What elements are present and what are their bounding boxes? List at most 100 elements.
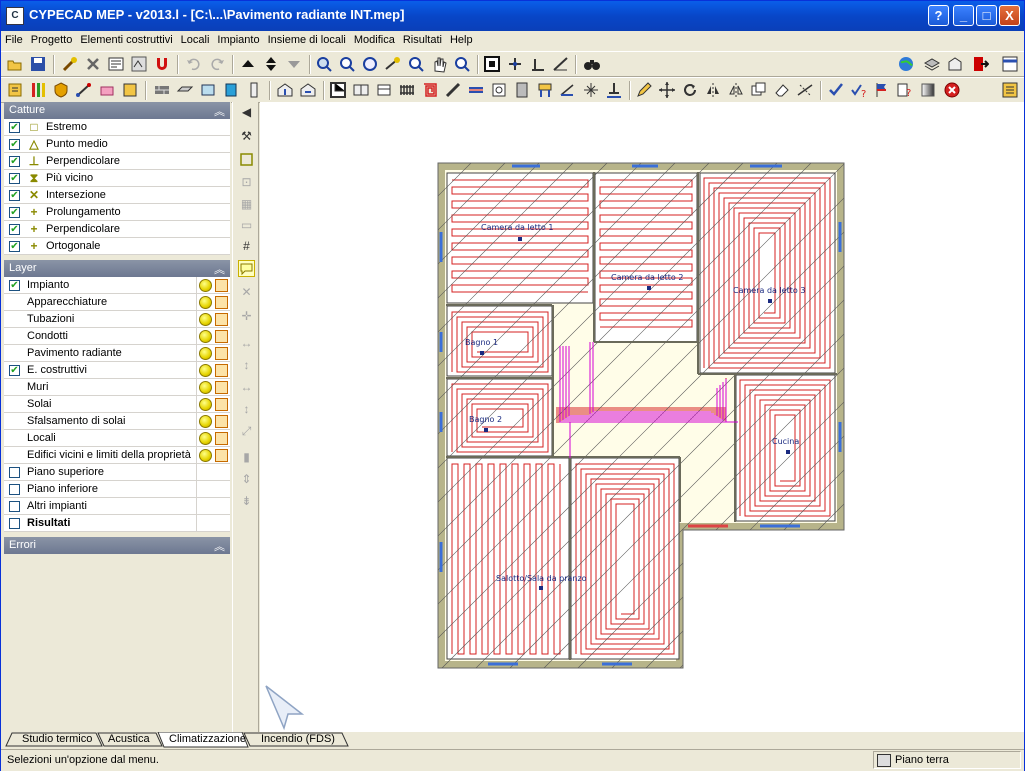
layer-item-condotti[interactable]: Condotti: [4, 328, 230, 345]
layer-3d-icon[interactable]: [215, 279, 228, 292]
checkbox[interactable]: ✔: [9, 280, 20, 291]
error-list-icon[interactable]: ?: [896, 81, 914, 99]
shield-icon[interactable]: [52, 81, 70, 99]
pipe-icon[interactable]: [444, 81, 462, 99]
room-label[interactable]: Camera da letto 2: [611, 273, 683, 282]
menu-modifica[interactable]: Modifica: [350, 31, 399, 46]
binoculars-icon[interactable]: [583, 55, 601, 73]
checkbox[interactable]: ✔: [9, 190, 20, 201]
snap-item-ortogonale[interactable]: ✔ + Ortogonale: [4, 238, 230, 255]
checkbox[interactable]: ✔: [9, 224, 20, 235]
visibility-bulb-icon[interactable]: [199, 432, 212, 445]
tab-studio-termico[interactable]: Studio termico: [8, 732, 98, 747]
room-marker[interactable]: [480, 351, 484, 355]
tab-acustica[interactable]: Acustica: [94, 732, 156, 747]
move-icon[interactable]: [658, 81, 676, 99]
zoom-window-icon[interactable]: [338, 55, 356, 73]
ruler-icon[interactable]: ▭: [238, 217, 255, 234]
erase-icon[interactable]: [773, 81, 791, 99]
horizontal-dim-icon[interactable]: ↔: [238, 379, 255, 396]
room-label[interactable]: Bagno 2: [469, 415, 502, 424]
magnet-icon[interactable]: [153, 55, 171, 73]
checkbox[interactable]: ✔: [9, 207, 20, 218]
layer-item-muri[interactable]: Muri: [4, 379, 230, 396]
radiator-icon[interactable]: [398, 81, 416, 99]
node-icon[interactable]: [582, 81, 600, 99]
arrow-updown-icon[interactable]: [262, 55, 280, 73]
menu-progetto[interactable]: Progetto: [27, 31, 77, 46]
room-label[interactable]: Camera da letto 3: [733, 286, 805, 295]
save-icon[interactable]: [29, 55, 47, 73]
stop-icon[interactable]: [943, 81, 961, 99]
column-icon[interactable]: [245, 81, 263, 99]
visibility-bulb-icon[interactable]: [199, 347, 212, 360]
tab-climatizzazione[interactable]: Climatizzazione: [155, 732, 252, 747]
visibility-bulb-icon[interactable]: [199, 330, 212, 343]
layer-3d-icon[interactable]: [215, 415, 228, 428]
layout-icon[interactable]: [107, 55, 125, 73]
zoom-pan-icon[interactable]: [315, 55, 333, 73]
checkbox[interactable]: ✔: [9, 241, 20, 252]
layer-3d-icon[interactable]: [215, 381, 228, 394]
climate-icon[interactable]: [29, 81, 47, 99]
tab-incendio[interactable]: Incendio (FDS): [247, 732, 341, 747]
visibility-bulb-icon[interactable]: [199, 296, 212, 309]
project-data-icon[interactable]: [6, 81, 24, 99]
measure-icon[interactable]: [552, 55, 570, 73]
layer-item-pavimento-radiante[interactable]: Pavimento radiante: [4, 345, 230, 362]
zoom-in-icon[interactable]: [407, 55, 425, 73]
color-icon[interactable]: [121, 81, 139, 99]
menu-insieme-di-locali[interactable]: Insieme di locali: [264, 31, 350, 46]
collapse-left-icon[interactable]: ◀: [238, 104, 255, 121]
room-label[interactable]: Bagno 1: [465, 338, 498, 347]
center-snap-icon[interactable]: ⊡: [238, 174, 255, 191]
trim-icon[interactable]: [796, 81, 814, 99]
checkbox[interactable]: ✔: [9, 365, 20, 376]
exit-icon[interactable]: [971, 55, 990, 73]
maximize-button[interactable]: □: [976, 5, 997, 26]
snap-item-estremo[interactable]: ✔ □ Estremo: [4, 119, 230, 136]
snap-item-punto-medio[interactable]: ✔ △ Punto medio: [4, 136, 230, 153]
level-icon[interactable]: [605, 81, 623, 99]
layer-move-icon[interactable]: ⇕: [238, 471, 255, 488]
layer-up-icon[interactable]: ▮: [238, 449, 255, 466]
errori-panel-header[interactable]: Errori ︽: [4, 537, 230, 554]
snap-item-perpendicolare[interactable]: ✔ ⊥ Perpendicolare: [4, 153, 230, 170]
room-label[interactable]: Salotto/Sala da pranzo: [496, 574, 587, 583]
room-marker[interactable]: [647, 286, 651, 290]
tools-hammer-icon[interactable]: ⚒: [238, 128, 255, 145]
import-icon[interactable]: [276, 81, 294, 99]
visibility-bulb-icon[interactable]: [199, 279, 212, 292]
collapse-chevron-icon[interactable]: ︽: [214, 103, 225, 119]
plus-cross-icon[interactable]: ✛: [238, 308, 255, 325]
checkbox[interactable]: ✔: [9, 122, 20, 133]
arrow-up-icon[interactable]: [239, 55, 257, 73]
wall-icon[interactable]: [153, 81, 171, 99]
dxf-icon[interactable]: [130, 55, 148, 73]
snap-item-piu-vicino[interactable]: ✔ ⧗ Più vicino: [4, 170, 230, 187]
zoom-extents-icon[interactable]: [453, 55, 471, 73]
copy-mirror-icon[interactable]: [727, 81, 745, 99]
visibility-bulb-icon[interactable]: [199, 398, 212, 411]
room-marker[interactable]: [539, 586, 543, 590]
visibility-bulb-icon[interactable]: [199, 449, 212, 462]
layer-item-piano-superiore[interactable]: Piano superiore: [4, 464, 230, 481]
layer-item-apparecchiature[interactable]: Apparecchiature: [4, 294, 230, 311]
menu-file[interactable]: File: [1, 31, 27, 46]
check-icon[interactable]: [827, 81, 845, 99]
open-icon[interactable]: [6, 55, 24, 73]
layer-3d-icon[interactable]: [215, 364, 228, 377]
snap-item-intersezione[interactable]: ✔ ✕ Intersezione: [4, 187, 230, 204]
room-icon[interactable]: [329, 81, 347, 99]
undo-icon[interactable]: [185, 55, 203, 73]
layer-panel-header[interactable]: Layer ︽: [4, 260, 230, 277]
layer-item-sfalsamento[interactable]: Sfalsamento di solai: [4, 413, 230, 430]
copy-icon[interactable]: [750, 81, 768, 99]
catture-panel-header[interactable]: Catture ︽: [4, 102, 230, 119]
route-icon[interactable]: [559, 81, 577, 99]
layer-item-edifici-vicini[interactable]: Edifici vicini e limiti della proprietà: [4, 447, 230, 464]
visibility-bulb-icon[interactable]: [199, 364, 212, 377]
title-bar[interactable]: C CYPECAD MEP - v2013.l - [C:\...\Pavime…: [1, 1, 1024, 31]
layer-item-solai[interactable]: Solai: [4, 396, 230, 413]
redo-icon[interactable]: [208, 55, 226, 73]
